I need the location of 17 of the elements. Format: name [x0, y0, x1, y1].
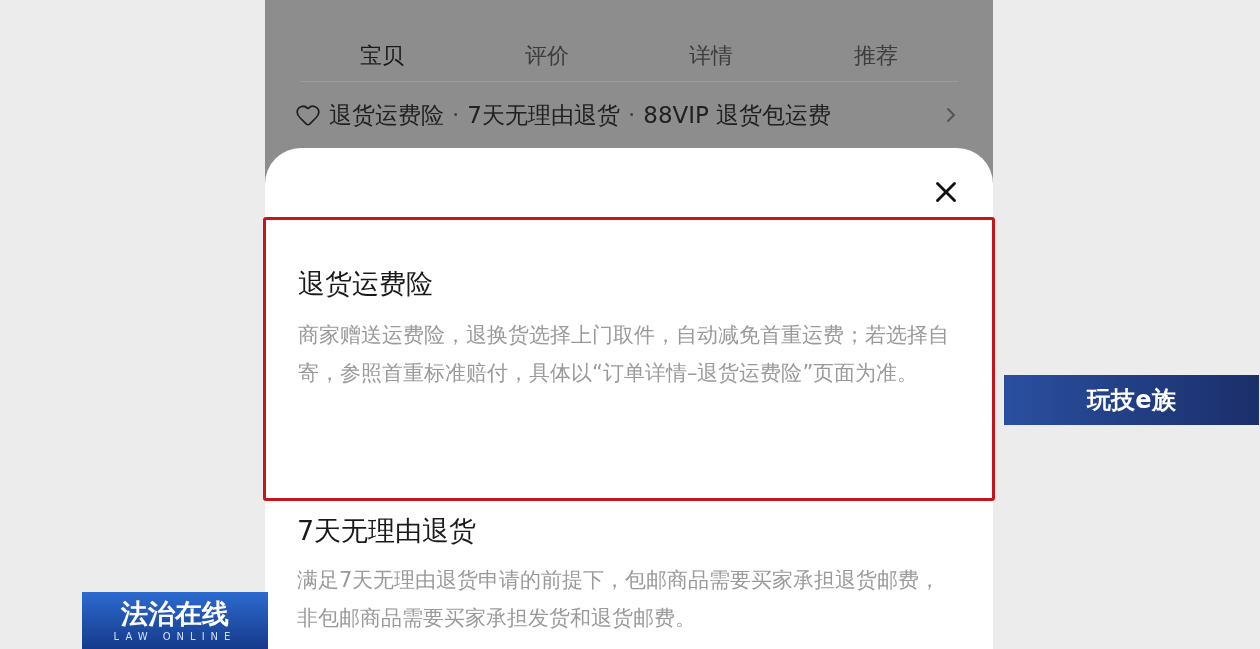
program-subtitle: LAW ONLINE [113, 629, 237, 644]
section-text: 满足7天无理由退货申请的前提下，包邮商品需要买家承担退货邮费，非包邮商品需要买家承担发货和退货邮费。 [297, 567, 942, 632]
section-title: 7天无理由退货 [297, 514, 478, 548]
tab[interactable]: 宝贝 [300, 45, 465, 67]
program-title: 法治在线 [121, 597, 229, 630]
tab[interactable]: 详情 [629, 45, 794, 67]
service-label: 88VIP 退货包运费 [643, 100, 832, 130]
segment-badge: 玩技e族 [1004, 375, 1259, 425]
section-title: 退货运费险 [298, 267, 434, 301]
tab[interactable]: 推荐 [793, 45, 958, 67]
service-label: 7天无理由退货 [467, 100, 620, 130]
service-label: 退货运费险 [329, 100, 444, 130]
separator-dot: · [452, 100, 460, 130]
separator-dot: · [627, 100, 636, 130]
tab[interactable]: 评价 [464, 45, 629, 67]
section-text: 商家赠送运费险，退换货选择上门取件，自动减免首重运费；若选择自寄，参照首重标准赔付，具体以“订单详情–退货运费险”页面为准。 [298, 322, 950, 387]
heart-icon [295, 102, 321, 128]
